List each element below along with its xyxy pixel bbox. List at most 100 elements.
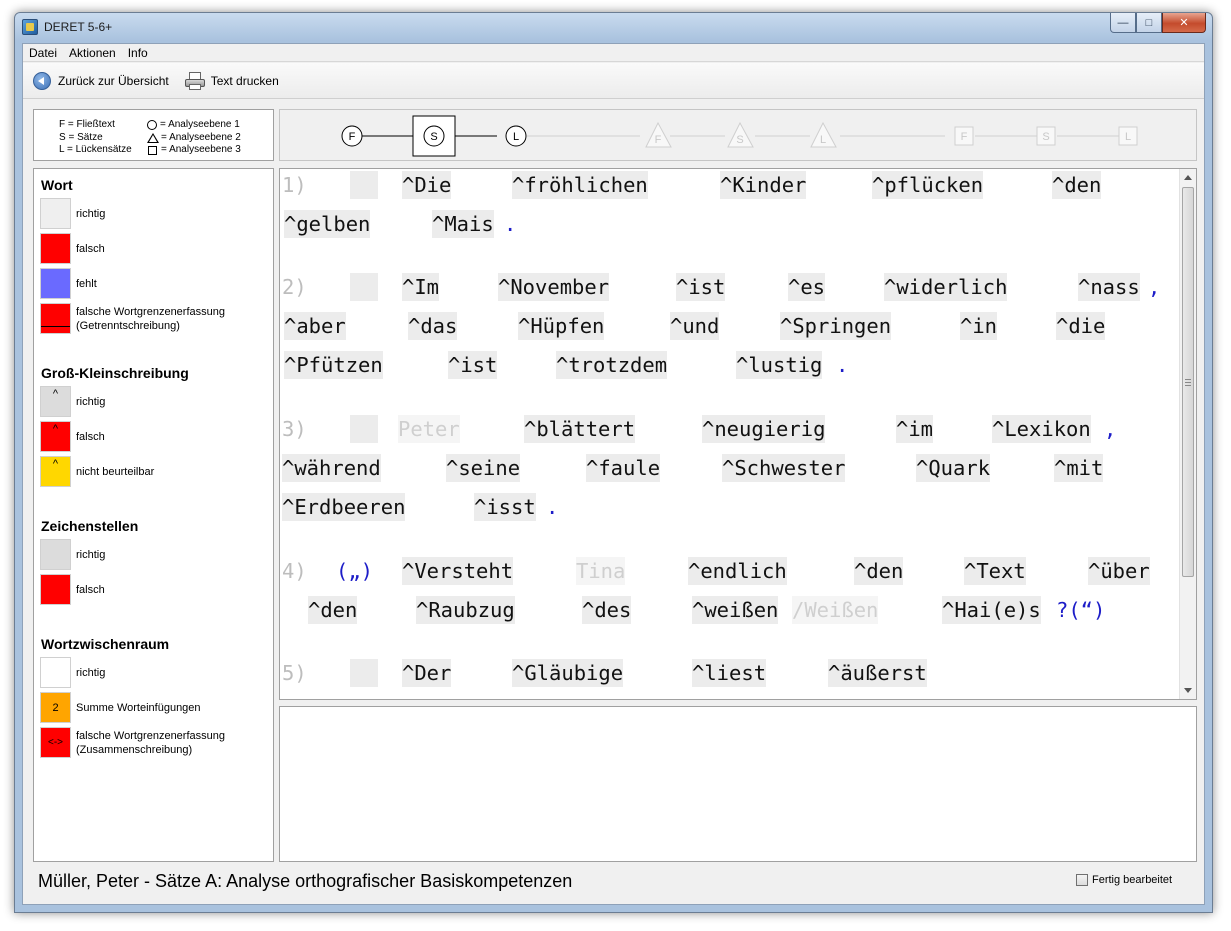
menu-datei[interactable]: Datei: [23, 44, 63, 61]
word-token[interactable]: ^endlich: [688, 557, 787, 585]
toolbar: Zurück zur Übersicht Text drucken: [23, 63, 1204, 99]
level2-l-node[interactable]: L: [810, 121, 837, 148]
punctuation-mark[interactable]: .: [504, 210, 516, 238]
word-token[interactable]: ^ist: [448, 351, 498, 379]
word-token[interactable]: ^liest: [692, 659, 767, 687]
word-token[interactable]: ^trotzdem: [556, 351, 668, 379]
done-checkbox[interactable]: [1076, 874, 1088, 886]
word-token[interactable]: ^November: [498, 273, 610, 301]
word-token[interactable]: ^neugierig: [702, 415, 826, 443]
gap-slot[interactable]: [350, 171, 378, 199]
level3-f-label: F: [961, 131, 968, 143]
word-token[interactable]: ^mit: [1054, 454, 1104, 482]
word-token[interactable]: ^Pfützen: [284, 351, 383, 379]
word-token[interactable]: ^und: [670, 312, 720, 340]
sentence-text-area[interactable]: 1) ^Die ^fröhlichen ^Kinder ^pflücken ^den ^ge…: [280, 169, 1180, 699]
missing-word-token[interactable]: Tina: [576, 557, 626, 585]
scroll-down-button[interactable]: [1180, 682, 1196, 699]
vertical-scrollbar[interactable]: [1179, 169, 1196, 699]
word-token[interactable]: ^während: [282, 454, 381, 482]
punctuation-mark[interactable]: ,: [1148, 273, 1160, 301]
word-token[interactable]: ^die: [1056, 312, 1106, 340]
level2-f-node[interactable]: F: [645, 121, 672, 148]
word-token[interactable]: ^weißen: [692, 596, 779, 624]
word-token[interactable]: ^Versteht: [402, 557, 514, 585]
sentence-number[interactable]: 3): [282, 415, 307, 443]
menu-aktionen[interactable]: Aktionen: [63, 44, 122, 61]
word-token[interactable]: ^lustig: [736, 351, 823, 379]
join-mark: <->: [47, 737, 63, 748]
word-token[interactable]: ^ist: [676, 273, 726, 301]
word-token[interactable]: ^Mais: [432, 210, 494, 238]
punctuation-mark[interactable]: ?(“): [1056, 596, 1105, 624]
minimize-button[interactable]: —: [1110, 13, 1136, 33]
word-token[interactable]: ^widerlich: [884, 273, 1008, 301]
word-token[interactable]: ^es: [788, 273, 826, 301]
word-token[interactable]: ^den: [854, 557, 904, 585]
word-token[interactable]: ^aber: [284, 312, 346, 340]
word-token[interactable]: ^Gläubige: [512, 659, 624, 687]
level2-s-node[interactable]: S: [727, 121, 754, 148]
word-token[interactable]: ^Hai(e)s: [942, 596, 1041, 624]
word-token[interactable]: ^äußerst: [828, 659, 927, 687]
word-token[interactable]: ^den: [308, 596, 358, 624]
title-bar[interactable]: DERET 5-6+ — □ ✕: [15, 13, 1212, 43]
word-token[interactable]: ^das: [408, 312, 458, 340]
level1-s-node[interactable]: S: [423, 125, 445, 147]
sentence-number[interactable]: 5): [282, 659, 307, 687]
word-token[interactable]: ^des: [582, 596, 632, 624]
level3-s-node[interactable]: S: [1036, 126, 1056, 146]
scrollbar-thumb[interactable]: [1182, 187, 1194, 577]
word-token[interactable]: ^Springen: [780, 312, 892, 340]
sentence-analysis-view[interactable]: 1) ^Die ^fröhlichen ^Kinder ^pflücken ^den ^ge…: [279, 168, 1197, 700]
level3-l-node[interactable]: L: [1118, 126, 1138, 146]
word-token[interactable]: ^Lexikon: [992, 415, 1091, 443]
word-token[interactable]: ^nass: [1078, 273, 1140, 301]
word-token[interactable]: ^Erdbeeren: [282, 493, 406, 521]
sentence-number[interactable]: 2): [282, 273, 307, 301]
menu-info[interactable]: Info: [122, 44, 154, 61]
punctuation-mark[interactable]: .: [836, 351, 848, 379]
word-token[interactable]: ^seine: [446, 454, 521, 482]
word-token[interactable]: ^fröhlichen: [512, 171, 648, 199]
word-token[interactable]: ^den: [1052, 171, 1102, 199]
gap-slot[interactable]: [350, 273, 378, 301]
word-token[interactable]: ^isst: [474, 493, 536, 521]
missing-word-token[interactable]: /Weißen: [792, 596, 879, 624]
word-token[interactable]: ^in: [960, 312, 998, 340]
done-toggle[interactable]: Fertig bearbeitet: [1076, 874, 1172, 886]
word-token[interactable]: ^im: [896, 415, 934, 443]
gap-slot[interactable]: [350, 659, 378, 687]
word-token[interactable]: ^faule: [586, 454, 661, 482]
print-button[interactable]: Text drucken: [184, 71, 279, 90]
back-button-label: Zurück zur Übersicht: [58, 73, 169, 88]
punctuation-mark[interactable]: .: [546, 493, 558, 521]
word-token[interactable]: ^Die: [402, 171, 452, 199]
word-token[interactable]: ^Text: [964, 557, 1026, 585]
close-button[interactable]: ✕: [1162, 13, 1206, 33]
word-token[interactable]: ^Schwester: [722, 454, 846, 482]
word-token[interactable]: ^gelben: [284, 210, 371, 238]
level1-f-node[interactable]: F: [341, 125, 363, 147]
word-token[interactable]: ^Hüpfen: [518, 312, 605, 340]
square-icon: [148, 145, 157, 155]
level3-f-node[interactable]: F: [954, 126, 974, 146]
word-token[interactable]: ^blättert: [524, 415, 636, 443]
punctuation-mark[interactable]: („): [336, 557, 373, 585]
word-token[interactable]: ^Der: [402, 659, 452, 687]
back-button[interactable]: Zurück zur Übersicht: [33, 71, 169, 90]
gap-slot[interactable]: [350, 415, 378, 443]
word-token[interactable]: ^Kinder: [720, 171, 807, 199]
level1-l-node[interactable]: L: [505, 125, 527, 147]
word-token[interactable]: ^pflücken: [872, 171, 984, 199]
punctuation-mark[interactable]: ,: [1104, 415, 1116, 443]
word-token[interactable]: ^Quark: [916, 454, 991, 482]
sentence-number[interactable]: 1): [282, 171, 307, 199]
word-token[interactable]: ^über: [1088, 557, 1150, 585]
maximize-button[interactable]: □: [1136, 13, 1162, 33]
word-token[interactable]: ^Im: [402, 273, 440, 301]
word-token[interactable]: ^Raubzug: [416, 596, 515, 624]
sentence-number[interactable]: 4): [282, 557, 307, 585]
missing-word-token[interactable]: Peter: [398, 415, 460, 443]
scroll-up-button[interactable]: [1180, 169, 1196, 186]
